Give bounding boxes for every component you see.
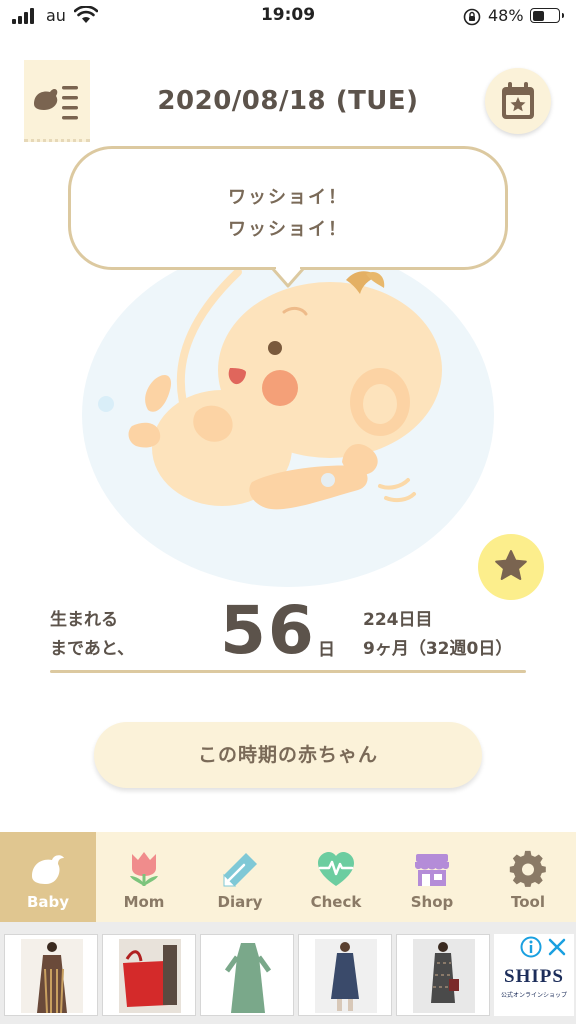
ad-brand-sub: 公式オンラインショップ bbox=[500, 992, 567, 999]
ad-product-image[interactable] bbox=[200, 934, 294, 1016]
speech-bubble: ワッショイ！ ワッショイ！ bbox=[68, 146, 508, 270]
baby-this-period-button[interactable]: この時期の赤ちゃん bbox=[94, 722, 482, 788]
pregnancy-month-week: 9ヶ月（32週0日） bbox=[363, 639, 513, 659]
days-unit: 日 bbox=[318, 640, 335, 660]
ad-product-image[interactable] bbox=[396, 934, 490, 1016]
tab-check[interactable]: Check bbox=[288, 832, 384, 922]
ad-product-thumb bbox=[413, 939, 475, 1013]
ad-product-image[interactable] bbox=[298, 934, 392, 1016]
date-title: 2020/08/18 (TUE) bbox=[157, 86, 419, 116]
countdown-label-line1: 生まれる bbox=[50, 610, 118, 630]
tab-baby[interactable]: Baby bbox=[0, 832, 96, 922]
ad-product-image[interactable] bbox=[4, 934, 98, 1016]
bird-icon bbox=[32, 855, 64, 884]
tab-label: Check bbox=[310, 893, 362, 911]
ad-brand: SHIPS bbox=[504, 966, 564, 987]
speech-text-line1: ワッショイ！ bbox=[228, 187, 348, 208]
ad-banner[interactable]: SHIPS 公式オンラインショップ bbox=[0, 922, 576, 1024]
battery-icon bbox=[530, 8, 564, 23]
tab-label: Diary bbox=[217, 893, 263, 911]
days-remaining: 56 bbox=[220, 592, 316, 669]
speech-bubble-tail bbox=[272, 266, 304, 288]
store-icon bbox=[415, 854, 449, 886]
divider bbox=[50, 670, 526, 673]
baby-list-icon bbox=[34, 86, 78, 120]
speech-text-line2: ワッショイ！ bbox=[228, 219, 348, 240]
status-bar: au 19:09 48% bbox=[0, 0, 576, 34]
tab-label: Baby bbox=[26, 893, 70, 911]
tab-tool[interactable]: Tool bbox=[480, 832, 576, 922]
tab-label: Tool bbox=[511, 893, 545, 911]
gear-icon bbox=[509, 850, 546, 887]
tab-diary[interactable]: Diary bbox=[192, 832, 288, 922]
rotation-lock-icon bbox=[463, 8, 481, 26]
battery-percent: 48% bbox=[488, 6, 524, 25]
baby-illustration bbox=[82, 250, 494, 587]
star-icon bbox=[495, 550, 527, 580]
tab-shop[interactable]: Shop bbox=[384, 832, 480, 922]
tab-label: Shop bbox=[410, 893, 454, 911]
tulip-icon bbox=[130, 852, 158, 886]
tab-mom[interactable]: Mom bbox=[96, 832, 192, 922]
calendar-star-icon bbox=[502, 82, 534, 119]
calendar-button[interactable] bbox=[485, 68, 551, 134]
ad-product-image[interactable] bbox=[102, 934, 196, 1016]
info-icon[interactable] bbox=[520, 936, 542, 958]
tab-label: Mom bbox=[123, 893, 165, 911]
heartbeat-icon bbox=[318, 852, 354, 886]
ad-logo[interactable]: SHIPS 公式オンラインショップ bbox=[494, 934, 574, 1016]
ad-product-thumb bbox=[21, 939, 83, 1013]
tab-bar: Baby Mom Diary Check Shop Tool bbox=[0, 832, 576, 922]
close-icon[interactable] bbox=[546, 936, 568, 958]
favorite-button[interactable] bbox=[478, 534, 544, 600]
ad-product-thumb bbox=[217, 939, 279, 1013]
ad-product-thumb bbox=[119, 939, 181, 1013]
menu-button[interactable] bbox=[24, 60, 90, 142]
pencil-icon bbox=[223, 853, 257, 887]
ad-product-thumb bbox=[315, 939, 377, 1013]
pregnancy-day-count: 224日目 bbox=[363, 610, 433, 630]
countdown-label-line2: まであと、 bbox=[50, 639, 135, 659]
